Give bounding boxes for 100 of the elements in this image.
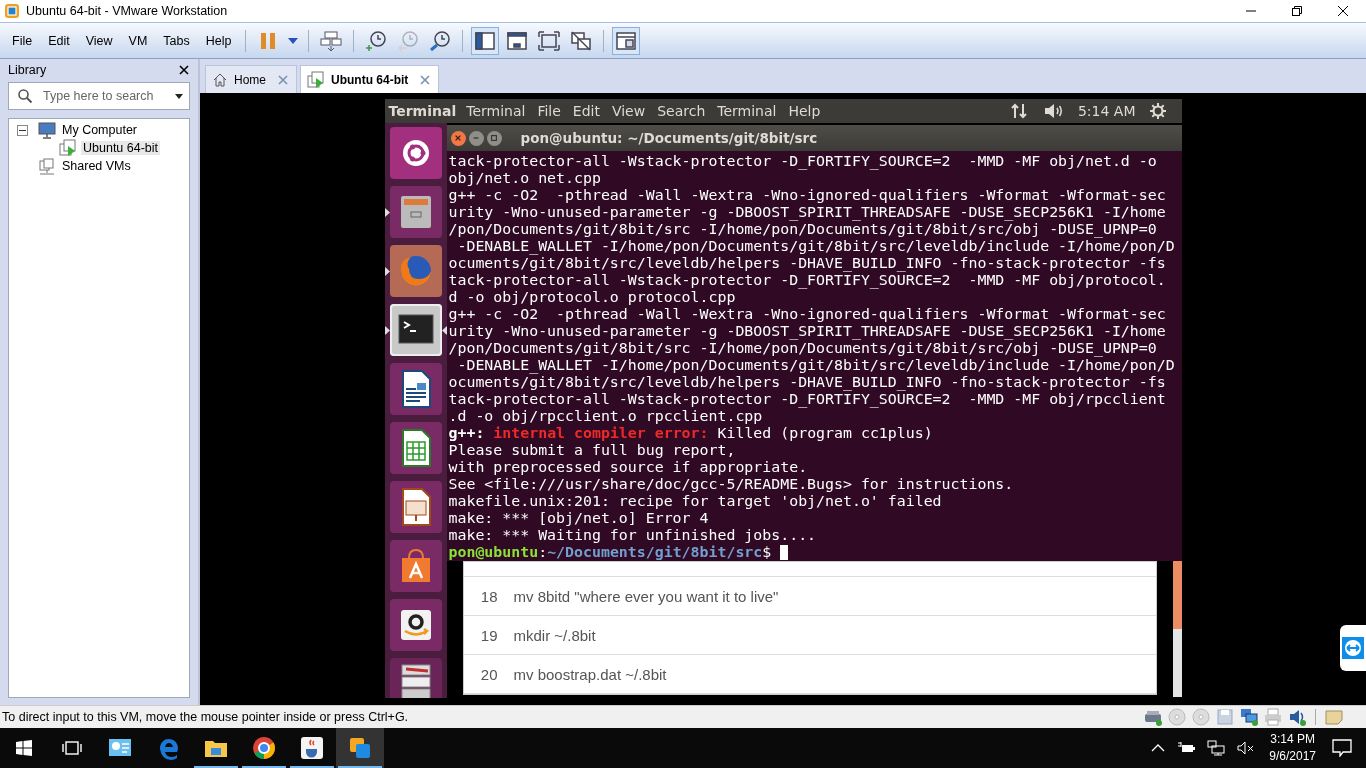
menu-item[interactable]: View <box>605 103 652 119</box>
taskbar-app[interactable] <box>336 728 384 768</box>
menu-item[interactable]: Help <box>197 29 240 52</box>
app-icon <box>4 3 20 19</box>
terminal-line: tack-protector-all -Wstack-protector -D_FORTIFY_SOURCE=2 -MMD -MF obj/protocol. <box>448 272 1166 289</box>
minimize-icon <box>472 134 480 142</box>
menu-item[interactable]: Terminal <box>460 103 532 119</box>
command-text: mv 8bitd "where ever you want it to live" <box>513 587 779 605</box>
volume-icon[interactable] <box>1043 103 1064 119</box>
clock-time[interactable]: 3:14 PM <box>1270 731 1315 748</box>
terminal-line: with preprocessed source if appropriate. <box>448 459 808 476</box>
clock-wrench-icon <box>428 28 453 53</box>
close-icon[interactable] <box>420 74 431 85</box>
close-icon <box>1337 5 1349 17</box>
maximize-icon <box>490 134 498 142</box>
coffee-cup-icon <box>299 735 325 761</box>
tree-item[interactable]: Ubuntu 64-bit <box>81 141 161 155</box>
network-icon[interactable] <box>1239 707 1259 727</box>
launcher-button[interactable] <box>389 599 442 651</box>
terminal-line: -DENABLE_WALLET -I/home/pon/Documents/git/8bit/src/leveldb/include -I/home/pon/D <box>456 357 1175 374</box>
menu-item[interactable]: File <box>531 103 567 119</box>
clock-arrow-icon <box>396 28 421 53</box>
terminal-line: urity -Wno-unused-parameter -g -DBOOST_SPIRIT_THREADSAFE -DUSE_SECP256K1 -I/home <box>448 204 1166 221</box>
side-tab[interactable] <box>1340 625 1366 671</box>
fullscreen-icon <box>537 28 562 53</box>
network-arrows-icon[interactable] <box>1009 102 1028 120</box>
tree-item[interactable]: My Computer <box>60 123 140 137</box>
menu-item[interactable]: Terminal <box>711 103 783 119</box>
library-title: Library <box>8 63 47 77</box>
launcher-button[interactable] <box>389 481 442 533</box>
command-text: mv boostrap.dat ~/.8bit <box>513 665 667 683</box>
vm-window-icon <box>347 735 373 761</box>
menu-item[interactable]: VM <box>120 29 156 52</box>
settings-icon[interactable] <box>1149 103 1166 119</box>
menu-item[interactable]: File <box>4 29 41 52</box>
terminal-line: ocuments/git/8bit/src/leveldb/helpers -DHAVE_BUILD_INFO -fno-stack-protector -fs <box>448 374 1166 391</box>
notifications-icon[interactable] <box>1332 739 1352 757</box>
terminal-line: makefile.unix:201: recipe for target 'obj/net.o' failed <box>448 493 942 510</box>
caret-icon <box>288 37 299 44</box>
speaker-icon[interactable] <box>1287 707 1307 727</box>
menu-item[interactable]: Edit <box>40 29 78 52</box>
battery-icon[interactable] <box>1177 741 1196 755</box>
close-icon[interactable] <box>278 74 288 85</box>
launcher-button[interactable] <box>389 658 442 698</box>
scrollbar[interactable] <box>1172 561 1182 697</box>
toolbar-button[interactable] <box>612 26 641 55</box>
command-text: mkdir ~/.8bit <box>513 626 596 644</box>
windows-icon <box>569 28 594 53</box>
terminal-line: make: *** Waiting for unfinished jobs.... <box>448 527 817 544</box>
toolbar-button[interactable] <box>471 26 500 55</box>
menu-item[interactable]: View <box>77 29 121 52</box>
terminal-line: g++: internal compiler error: Killed (program cc1plus) <box>448 425 933 442</box>
minimize-button[interactable] <box>468 130 484 146</box>
line-number: 18 <box>479 587 498 605</box>
monitor-icon <box>38 121 56 139</box>
window-title: Ubuntu 64-bit - VMware Workstation <box>26 4 228 18</box>
terminal-line: obj/net.o net.cpp <box>448 170 601 187</box>
menu-item[interactable]: Edit <box>566 103 606 119</box>
launcher-button[interactable] <box>389 127 442 179</box>
terminal-line: make: *** [obj/net.o] Error 4 <box>448 510 709 527</box>
launcher-button[interactable] <box>389 540 442 592</box>
search-icon <box>17 88 33 104</box>
close-icon <box>179 65 189 75</box>
launcher-button[interactable] <box>389 304 442 356</box>
network-icon[interactable] <box>1207 740 1226 756</box>
terminal-line: d -o obj/protocol.o protocol.cpp <box>448 289 736 306</box>
menu-item[interactable]: Help <box>782 103 827 119</box>
terminal-title: pon@ubuntu: ~/Documents/git/8bit/src <box>520 130 818 146</box>
status-message: To direct input to this VM, move the mouse pointer inside or press Ctrl+G. <box>2 710 409 724</box>
search-field[interactable]: Type here to search <box>8 82 190 110</box>
collapse-toggle[interactable] <box>17 124 28 136</box>
tab-label: Home <box>234 72 266 87</box>
maximize-button[interactable] <box>486 130 502 146</box>
tab[interactable]: Home <box>205 65 297 93</box>
launcher-button[interactable] <box>389 422 442 474</box>
panel-clock[interactable]: 5:14 AM <box>1077 103 1136 119</box>
launcher-button[interactable] <box>389 363 442 415</box>
tree-item[interactable]: Shared VMs <box>60 159 133 173</box>
menu-item[interactable]: Search <box>651 103 712 119</box>
chevron-up-icon[interactable] <box>1151 744 1166 752</box>
launcher-button[interactable] <box>389 186 442 238</box>
chrome-icon <box>251 735 277 761</box>
double-arrow-icon <box>1342 637 1364 659</box>
terminal-line: urity -Wno-unused-parameter -g -DBOOST_SPIRIT_THREADSAFE -DUSE_SECP256K1 -I/home <box>448 323 1166 340</box>
terminal-line: See <file:///usr/share/doc/gcc-5/README.Bugs> for instructions. <box>448 476 1014 493</box>
terminal-line: .d -o obj/rpcclient.o rpcclient.cpp <box>448 408 763 425</box>
menu-item[interactable]: Tabs <box>155 29 198 52</box>
terminal-line: tack-protector-all -Wstack-protector -D_FORTIFY_SOURCE=2 -MMD -MF obj/rpcclient <box>448 391 1166 408</box>
terminal-line: tack-protector-all -Wstack-protector -D_FORTIFY_SOURCE=2 -MMD -MF obj/net.d -o <box>448 153 1157 170</box>
terminal-line: g++ -c -O2 -pthread -Wall -Wextra -Wno-ignored-qualifiers -Wformat -Wformat-sec <box>448 187 1166 204</box>
clock-plus-icon <box>364 28 389 53</box>
shared-vms-icon <box>38 157 56 175</box>
clock-date[interactable]: 9/6/2017 <box>1269 748 1316 765</box>
terminal-line: /pon/Documents/git/8bit/src -I/home/pon/Documents/git/8bit/src/obj -DUSE_UPNP=0 <box>448 340 1157 357</box>
vm-icon <box>307 70 325 89</box>
muted-speaker-icon[interactable] <box>1237 741 1256 755</box>
caret-icon[interactable] <box>175 94 183 99</box>
terminal-line: -DENABLE_WALLET -I/home/pon/Documents/git/8bit/src/leveldb/include -I/home/pon/D <box>456 238 1175 255</box>
close-button[interactable] <box>178 64 190 76</box>
tab[interactable]: Ubuntu 64-bit <box>300 65 440 93</box>
